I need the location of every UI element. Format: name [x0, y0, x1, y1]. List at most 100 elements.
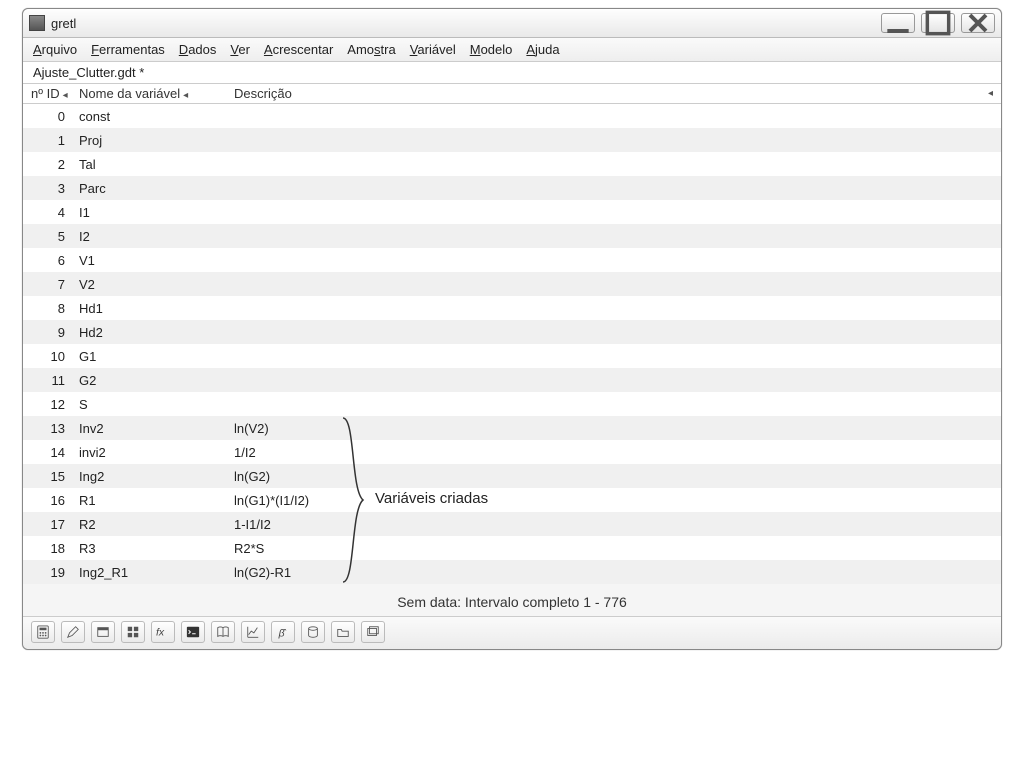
table-row[interactable]: 8Hd1 — [23, 296, 1001, 320]
table-row[interactable]: 2Tal — [23, 152, 1001, 176]
menu-modelo[interactable]: Modelo — [470, 42, 513, 57]
toolbar-calculator-icon[interactable] — [31, 621, 55, 643]
column-headers: nº ID◂ Nome da variável◂ Descrição ◂ — [23, 84, 1001, 104]
table-row[interactable]: 10G1 — [23, 344, 1001, 368]
menu-arquivo[interactable]: Arquivo — [33, 42, 77, 57]
toolbar: fx β̂ — [23, 616, 1001, 649]
table-row[interactable]: 15Ing2ln(G2) — [23, 464, 1001, 488]
menu-amostra[interactable]: Amostra — [347, 42, 395, 57]
cell-id: 10 — [31, 349, 79, 364]
cell-name: Inv2 — [79, 421, 234, 436]
cell-desc: 1/I2 — [234, 445, 993, 460]
cell-id: 15 — [31, 469, 79, 484]
toolbar-console-icon[interactable] — [181, 621, 205, 643]
titlebar: gretl — [23, 9, 1001, 38]
table-row[interactable]: 14invi21/I2 — [23, 440, 1001, 464]
cell-id: 9 — [31, 325, 79, 340]
table-row[interactable]: 4I1 — [23, 200, 1001, 224]
cell-name: I2 — [79, 229, 234, 244]
table-row[interactable]: 3Parc — [23, 176, 1001, 200]
toolbar-beta-hat-icon[interactable]: β̂ — [271, 621, 295, 643]
table-row[interactable]: 0const — [23, 104, 1001, 128]
cell-id: 16 — [31, 493, 79, 508]
header-name[interactable]: Nome da variável◂ — [79, 86, 234, 101]
cell-name: Tal — [79, 157, 234, 172]
cell-name: R1 — [79, 493, 234, 508]
close-button[interactable] — [961, 13, 995, 33]
cell-name: R3 — [79, 541, 234, 556]
cell-desc: ln(G2)-R1 — [234, 565, 993, 580]
cell-id: 18 — [31, 541, 79, 556]
minimize-button[interactable] — [881, 13, 915, 33]
table-row[interactable]: 9Hd2 — [23, 320, 1001, 344]
cell-id: 6 — [31, 253, 79, 268]
statusbar: Sem data: Intervalo completo 1 - 776 — [23, 584, 1001, 616]
toolbar-book-icon[interactable] — [211, 621, 235, 643]
menubar: Arquivo Ferramentas Dados Ver Acrescentar Amo… — [23, 38, 1001, 62]
table-row[interactable]: 16R1ln(G1)*(I1/I2) — [23, 488, 1001, 512]
header-end-indicator-icon: ◂ — [988, 88, 993, 99]
cell-id: 3 — [31, 181, 79, 196]
menu-ajuda[interactable]: Ajuda — [526, 42, 559, 57]
cell-id: 5 — [31, 229, 79, 244]
table-row[interactable]: 18R3R2*S — [23, 536, 1001, 560]
toolbar-edit-icon[interactable] — [61, 621, 85, 643]
menu-dados[interactable]: Dados — [179, 42, 217, 57]
menu-variável[interactable]: Variável — [410, 42, 456, 57]
cell-name: I1 — [79, 205, 234, 220]
table-row[interactable]: 5I2 — [23, 224, 1001, 248]
cell-desc: R2*S — [234, 541, 993, 556]
cell-name: Hd2 — [79, 325, 234, 340]
header-id[interactable]: nº ID◂ — [31, 86, 79, 101]
menu-ferramentas[interactable]: Ferramentas — [91, 42, 165, 57]
toolbar-database-icon[interactable] — [301, 621, 325, 643]
cell-id: 14 — [31, 445, 79, 460]
toolbar-open-folder-icon[interactable] — [331, 621, 355, 643]
table-row[interactable]: 13Inv2ln(V2) — [23, 416, 1001, 440]
cell-id: 13 — [31, 421, 79, 436]
maximize-button[interactable] — [921, 13, 955, 33]
window-controls — [881, 13, 995, 33]
annotation-label: Variáveis criadas — [375, 490, 488, 507]
cell-desc: 1-I1/I2 — [234, 517, 993, 532]
cell-name: G2 — [79, 373, 234, 388]
table-row[interactable]: 19Ing2_R1ln(G2)-R1 — [23, 560, 1001, 584]
app-icon — [29, 15, 45, 31]
cell-name: S — [79, 397, 234, 412]
cell-id: 19 — [31, 565, 79, 580]
cell-id: 8 — [31, 301, 79, 316]
table-row[interactable]: 17R21-I1/I2 — [23, 512, 1001, 536]
table-row[interactable]: 12S — [23, 392, 1001, 416]
sort-indicator-icon: ◂ — [63, 90, 68, 101]
toolbar-plot-icon[interactable] — [241, 621, 265, 643]
toolbar-window-new-icon[interactable] — [91, 621, 115, 643]
toolbar-stack-icon[interactable] — [361, 621, 385, 643]
cell-name: const — [79, 109, 234, 124]
menu-acrescentar[interactable]: Acrescentar — [264, 42, 333, 57]
cell-id: 1 — [31, 133, 79, 148]
svg-text:fx: fx — [156, 627, 165, 639]
cell-name: V1 — [79, 253, 234, 268]
menu-ver[interactable]: Ver — [230, 42, 250, 57]
cell-name: Ing2_R1 — [79, 565, 234, 580]
cell-id: 17 — [31, 517, 79, 532]
cell-id: 11 — [31, 373, 79, 388]
cell-desc: ln(V2) — [234, 421, 993, 436]
table-row[interactable]: 7V2 — [23, 272, 1001, 296]
sort-indicator-icon: ◂ — [183, 90, 188, 101]
table-row[interactable]: 11G2 — [23, 368, 1001, 392]
cell-desc: ln(G1)*(I1/I2) — [234, 493, 993, 508]
table-row[interactable]: 1Proj — [23, 128, 1001, 152]
table-row[interactable]: 6V1 — [23, 248, 1001, 272]
app-window: gretl Arquivo Ferramentas Dados Ver Acrescen… — [22, 8, 1002, 650]
header-description[interactable]: Descrição — [234, 86, 988, 101]
cell-id: 7 — [31, 277, 79, 292]
variable-table-wrap: 0const1Proj2Tal3Parc4I15I26V17V28Hd19Hd2… — [23, 104, 1001, 584]
toolbar-fx-icon[interactable]: fx — [151, 621, 175, 643]
cell-name: R2 — [79, 517, 234, 532]
cell-name: Ing2 — [79, 469, 234, 484]
toolbar-grid-icon[interactable] — [121, 621, 145, 643]
svg-text:β̂: β̂ — [278, 627, 287, 639]
cell-id: 12 — [31, 397, 79, 412]
document-filename: Ajuste_Clutter.gdt * — [23, 62, 1001, 84]
